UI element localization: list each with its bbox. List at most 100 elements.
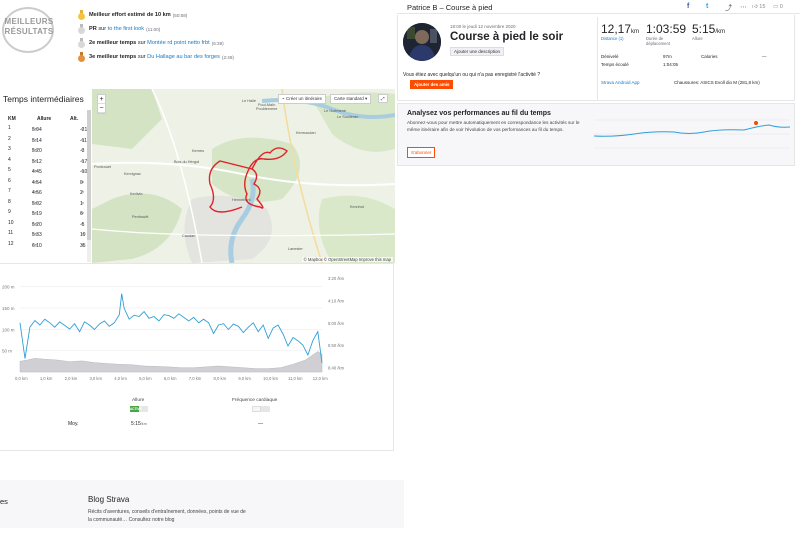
- zoom-in-button[interactable]: +: [98, 95, 105, 104]
- route-map[interactable]: + − ⌁ Créer un itinéraire Carte standard…: [92, 89, 395, 263]
- hr-toggle[interactable]: [252, 406, 270, 412]
- moving-time-label: Durée de déplacement: [646, 36, 670, 46]
- silver-medal-icon: [78, 24, 85, 34]
- zoom-out-button[interactable]: −: [98, 104, 105, 113]
- best-effort-row: PR sur to the first look (11:00): [78, 23, 160, 35]
- splits-header-pace: Allure: [37, 116, 52, 122]
- map-place-label: Hennebont: [232, 198, 251, 202]
- badge-line-1: MEILLEURS: [4, 17, 54, 26]
- comments-count: 0: [779, 4, 783, 10]
- best-effort-time: (6:38): [211, 40, 224, 46]
- split-row[interactable]: 8 5:02/km 1 m: [0, 197, 88, 208]
- map-place-label: Kerneu: [192, 149, 205, 153]
- split-km: 12: [8, 240, 14, 247]
- avatar-image: [403, 23, 441, 61]
- x-tick-label: 4,0 km: [114, 376, 127, 381]
- kudos-button[interactable]: 👍︎ 15: [752, 4, 765, 10]
- more-options-icon[interactable]: ⋯: [740, 3, 747, 11]
- add-friends-question: Vous étiez avec quelqu'un ou qui n'a pas…: [403, 72, 541, 78]
- split-row[interactable]: 6 4:54/km 0 m: [0, 176, 88, 187]
- split-row[interactable]: 1 5:04/km -21 m: [0, 123, 88, 134]
- add-friends-button[interactable]: Ajouter des amis: [410, 80, 454, 89]
- add-description-button[interactable]: Ajouter une description: [450, 47, 505, 56]
- scrollbar-thumb[interactable]: [87, 110, 91, 240]
- best-effort-text: 3e meilleur temps: [89, 54, 137, 60]
- y-right-tick-label: 5:50 /km: [328, 343, 345, 348]
- split-km: 9: [8, 209, 11, 215]
- hr-toggle-knob: [252, 406, 261, 412]
- moving-time-stat: 1:03:59: [646, 22, 686, 36]
- pace-unit: /km: [715, 29, 726, 35]
- split-row[interactable]: 3 5:20/km -3 m: [0, 144, 88, 155]
- chart-toggles: Allure ACTIVÉ Fréquence cardiaque: [0, 398, 394, 418]
- twitter-share-icon[interactable]: t: [706, 3, 708, 10]
- create-route-label: Créer un itinéraire: [285, 96, 322, 101]
- map-place-label: Kermoudan: [296, 131, 316, 135]
- y-left-tick-label: 200 m: [2, 285, 15, 290]
- map-place-label: Penfrouët: [132, 215, 149, 219]
- distance-label[interactable]: Distance (1): [601, 36, 624, 41]
- map-place-label: Kerzinot: [350, 205, 364, 209]
- distance-value: 12,17: [601, 22, 632, 36]
- segment-link[interactable]: to the first look: [108, 26, 144, 32]
- gold-medal-icon: [78, 10, 85, 20]
- elevation-pace-chart[interactable]: 200 m 150 m 100 m 50 m 3:20 /km 4:10 /km 5:00 …: [0, 270, 394, 392]
- subscribe-button[interactable]: S'abonner: [407, 147, 436, 158]
- split-row[interactable]: 9 5:19/km 6 m: [0, 207, 88, 218]
- gear-info: Chaussures: ASICS Evoll dio M (281,8 km): [674, 80, 760, 85]
- fullscreen-button[interactable]: ⤢: [378, 94, 388, 103]
- split-km: 7: [8, 188, 11, 194]
- facebook-share-icon[interactable]: f: [687, 3, 689, 10]
- comments-button[interactable]: ▭ 0: [773, 4, 783, 10]
- x-tick-label: 9,0 km: [238, 376, 251, 381]
- map-attribution[interactable]: © Mapbox © OpenStreetMap Improve this ma…: [301, 257, 393, 262]
- x-tick-label: 0,0 km: [15, 376, 28, 381]
- average-hr: —: [258, 421, 263, 427]
- segment-link[interactable]: Montée rd point netto frbt: [147, 40, 210, 46]
- share-link-icon[interactable]: ⤴: [725, 3, 732, 13]
- y-left-tick-label: 100 m: [2, 327, 15, 332]
- split-row[interactable]: 7 4:56/km 2 m: [0, 186, 88, 197]
- best-effort-time: (2:49): [221, 54, 234, 60]
- segment-link[interactable]: Du Hallage au bar des forges: [147, 54, 220, 60]
- distance-unit: km: [631, 29, 640, 35]
- best-effort-text: Meilleur effort estimé de 10 km: [89, 12, 171, 18]
- x-tick-label: 6,0 km: [164, 376, 177, 381]
- pace-toggle[interactable]: ACTIVÉ: [130, 406, 148, 412]
- best-effort-row: 3e meilleur temps sur Du Hallage au bar …: [78, 51, 234, 63]
- blog-title[interactable]: Blog Strava: [88, 495, 129, 504]
- split-km: 11: [8, 230, 14, 236]
- split-row[interactable]: 10 5:20/km -5 m: [0, 218, 88, 229]
- splits-scrollbar[interactable]: [87, 110, 91, 262]
- athlete-avatar[interactable]: [403, 23, 441, 61]
- average-label: Moy.: [68, 421, 79, 427]
- pace-label: Allure: [692, 36, 703, 41]
- pace-line: [19, 293, 323, 364]
- best-effort-time: (11:00): [146, 26, 161, 32]
- pace-toggle-label: Allure: [132, 398, 145, 403]
- analyze-title: Analysez vos performances au fil du temp…: [407, 110, 551, 117]
- analyze-description: Abonnez-vous pour mettre automatiquement…: [407, 120, 580, 132]
- comment-icon: ▭: [773, 4, 779, 10]
- best-effort-time: (50:58): [172, 12, 188, 18]
- device-link[interactable]: Strava Android App: [601, 80, 640, 85]
- best-effort-text: 2e meilleur temps: [89, 40, 137, 46]
- split-row[interactable]: 5 4:45/km -10 m: [0, 165, 88, 176]
- split-row[interactable]: 12 6:10/km 35 m: [0, 239, 88, 250]
- create-route-button[interactable]: ⌁ Créer un itinéraire: [278, 94, 326, 104]
- map-place-label: Le Guémené: [324, 109, 346, 113]
- split-row[interactable]: 2 5:14/km -11 m: [0, 134, 88, 145]
- split-row[interactable]: 4 5:12/km -17 m: [0, 155, 88, 166]
- splits-header-elev: Alt.: [70, 116, 79, 122]
- bronze-medal-icon: [78, 52, 85, 62]
- performance-trend-preview: [594, 119, 790, 149]
- map-place-label: Le Hallé: [242, 99, 256, 103]
- chevron-down-icon: ▾: [365, 96, 368, 101]
- fullscreen-icon: ⤢: [381, 96, 385, 101]
- y-left-tick-label: 50 m: [2, 349, 12, 354]
- footer-column-title: es: [0, 497, 8, 506]
- calories-label: Calories: [701, 54, 718, 59]
- map-style-select[interactable]: Carte standard ▾: [330, 94, 372, 104]
- split-row[interactable]: 11 5:33/km 19 m: [0, 228, 88, 239]
- elapsed-time-value: 1:04:05: [663, 62, 679, 67]
